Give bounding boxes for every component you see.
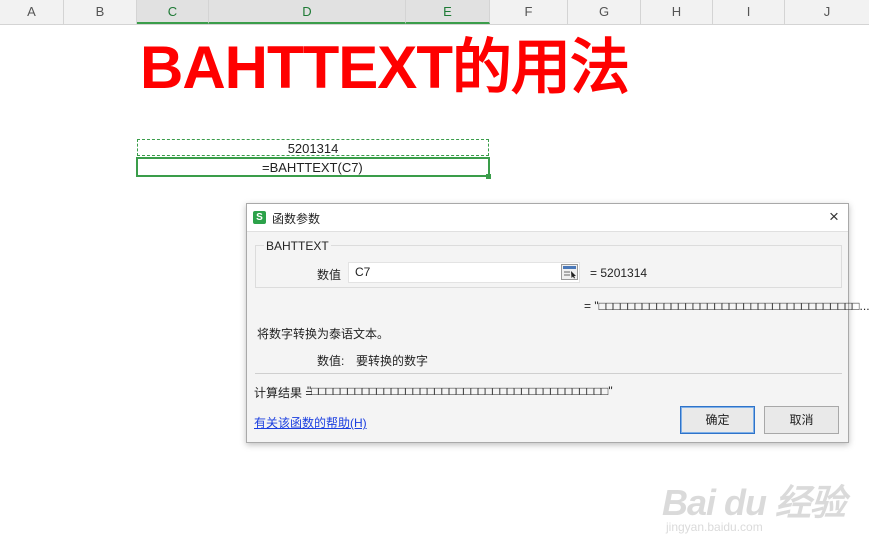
formula-cell-text: =BAHTTEXT(C7) (262, 160, 363, 175)
parameter-name: 数值: (317, 354, 345, 368)
watermark-brand: Bai du 经验 (662, 482, 846, 523)
function-arguments-dialog: S 函数参数 × BAHTTEXT 数值 C7 = 5201314 = "□□□… (246, 203, 869, 443)
calculation-result-label: 计算结果 = (254, 386, 313, 400)
sheet-title-cell[interactable]: BAHTTEXT的用法 (140, 30, 630, 106)
function-result-preview: = "□□□□□□□□□□□□□□□□□□□□□□□□□□□□□□□□□□□□.… (584, 299, 869, 313)
calculation-result-value: "□□□□□□□□□□□□□□□□□□□□□□□□□□□□□□□□□□□□□□□… (307, 384, 613, 398)
column-header-j[interactable]: J (785, 0, 869, 24)
column-header-f[interactable]: F (490, 0, 568, 24)
value-cell[interactable]: 5201314 (137, 139, 489, 156)
column-header-d[interactable]: D (209, 0, 406, 24)
range-select-icon[interactable] (561, 264, 578, 280)
function-name-label: BAHTTEXT (264, 239, 331, 253)
divider (255, 373, 842, 374)
cancel-button[interactable]: 取消 (764, 406, 839, 434)
fill-handle[interactable] (486, 174, 491, 179)
column-header-bar: A B C D E F G H I J (0, 0, 869, 25)
function-description: 将数字转换为泰语文本。 (257, 327, 390, 341)
baidu-watermark: Bai du 经验 jingyan.baidu.com (662, 456, 862, 546)
number-argument-input[interactable]: C7 (348, 262, 580, 283)
formula-cell[interactable]: =BAHTTEXT(C7) (136, 157, 490, 177)
column-header-a[interactable]: A (0, 0, 64, 24)
dialog-titlebar[interactable]: S 函数参数 × (247, 204, 848, 232)
column-header-c[interactable]: C (137, 0, 209, 24)
column-header-e[interactable]: E (406, 0, 490, 24)
column-header-i[interactable]: I (713, 0, 785, 24)
argument-label: 数值 (317, 268, 342, 282)
ok-button[interactable]: 确定 (680, 406, 755, 434)
value-cell-text: 5201314 (287, 141, 339, 156)
column-header-g[interactable]: G (568, 0, 641, 24)
column-header-b[interactable]: B (64, 0, 137, 24)
watermark-url: jingyan.baidu.com (666, 520, 763, 534)
function-help-link[interactable]: 有关该函数的帮助(H) (254, 414, 367, 431)
column-header-h[interactable]: H (641, 0, 713, 24)
parameter-description: 要转换的数字 (356, 354, 429, 368)
close-icon[interactable]: × (823, 206, 845, 228)
dialog-title: 函数参数 (272, 212, 321, 226)
wps-logo-icon: S (253, 211, 266, 224)
argument-result: = 5201314 (590, 266, 648, 280)
